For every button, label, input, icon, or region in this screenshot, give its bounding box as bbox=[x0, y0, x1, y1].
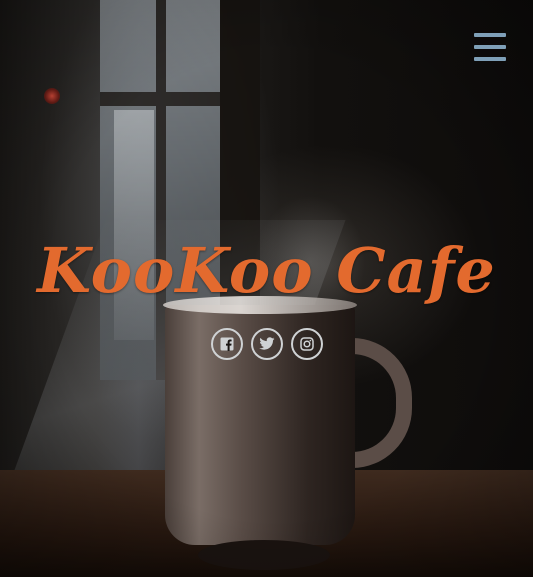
instagram-link[interactable] bbox=[290, 328, 323, 360]
hero-section: KooKoo Cafe bbox=[0, 0, 533, 577]
facebook-icon bbox=[220, 337, 233, 351]
hamburger-menu-button[interactable] bbox=[472, 30, 508, 64]
hamburger-menu-icon bbox=[474, 33, 506, 37]
twitter-link[interactable] bbox=[250, 328, 283, 360]
facebook-link[interactable] bbox=[210, 328, 243, 360]
instagram-icon bbox=[299, 337, 314, 351]
twitter-icon bbox=[258, 337, 274, 350]
site-title: KooKoo Cafe bbox=[37, 234, 496, 307]
social-links bbox=[0, 328, 533, 360]
